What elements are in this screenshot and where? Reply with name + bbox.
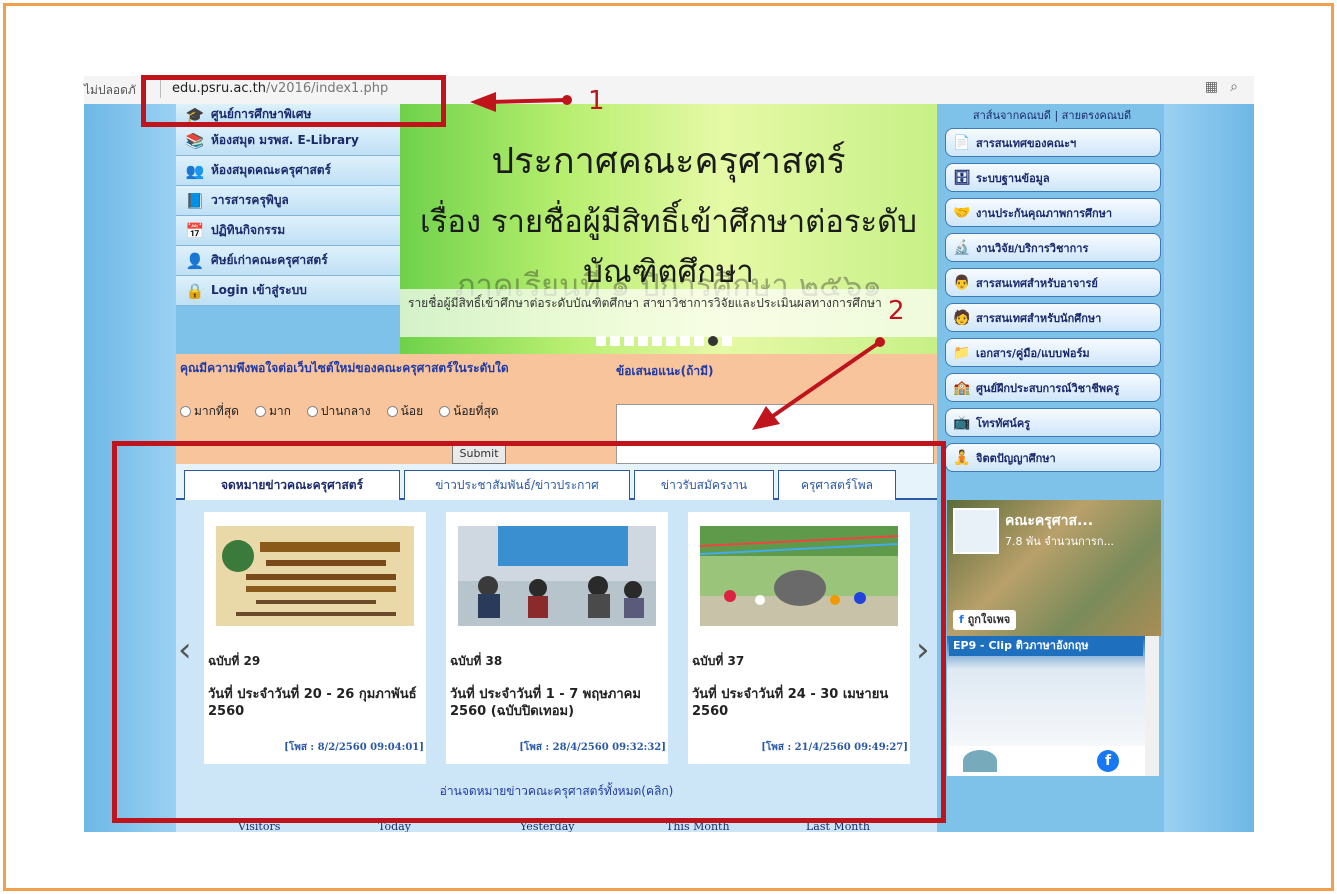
video-title: EP9 - Clip ติวภาษาอังกฤษ	[949, 636, 1143, 656]
calendar-icon: 📅	[185, 221, 205, 240]
document-icon: 📄	[953, 134, 971, 151]
contemplative-education-button[interactable]: 🧘 จิตตปัญญาศึกษา	[945, 443, 1161, 472]
user-avatar-icon	[963, 750, 997, 772]
page-background-right	[1164, 104, 1254, 832]
survey-option[interactable]: น้อยที่สุด	[439, 402, 499, 421]
survey-option[interactable]: ปานกลาง	[306, 402, 371, 421]
announcement-banner[interactable]: ประกาศคณะครุศาสตร์ เรื่อง รายชื่อผู้มีสิ…	[400, 104, 937, 354]
slide-dot	[680, 336, 690, 346]
menu-label: Login เข้าสู่ระบบ	[211, 283, 307, 297]
survey-question: คุณมีความพึงพอใจต่อเว็บไซต์ใหม่ของคณะครุ…	[180, 361, 509, 375]
slide-dot	[694, 336, 704, 346]
training-center-button[interactable]: 🏫 ศูนย์ฝึกประสบการณ์วิชาชีพครู	[945, 373, 1161, 402]
radio-icon	[386, 406, 398, 417]
folder-icon: 📁	[953, 344, 971, 361]
right-column: สาส์นจากคณบดี | สายตรงคณบดี 📄 สารสนเทศของ…	[941, 104, 1163, 832]
meditation-icon: 🧘	[953, 449, 971, 466]
radio-icon	[439, 406, 451, 417]
insecure-label: ไม่ปลอดภั	[84, 83, 136, 97]
radio-icon	[306, 406, 318, 417]
annotation-number-1: 1	[588, 86, 605, 116]
survey-option[interactable]: มาก	[254, 402, 291, 421]
radio-icon	[254, 406, 266, 417]
annotation-arrow-2	[752, 337, 885, 430]
visitor-stats: Visitors Today Yesterday This Month Last…	[176, 820, 937, 832]
teacher-icon: 👨	[953, 274, 971, 291]
training-icon: 🏫	[953, 379, 971, 396]
menu-label: ห้องสมุด มรพส. E-Library	[211, 133, 359, 147]
facebook-page-widget[interactable]: คณะครุศาส... 7.8 พัน จำนวนการก... f ถูกใ…	[947, 500, 1161, 636]
journal-icon: 📘	[185, 191, 205, 210]
menu-item-faculty-library[interactable]: 👥 ห้องสมุดคณะครุศาสตร์	[176, 156, 400, 186]
survey-options: มากที่สุด มาก ปานกลาง น้อย น้อยที่สุด	[180, 402, 499, 421]
qr-icon: ▦	[1204, 79, 1231, 95]
alumni-icon: 👤	[185, 251, 205, 270]
page-avatar	[953, 508, 999, 554]
research-icon: 🔬	[953, 239, 971, 256]
research-button[interactable]: 🔬 งานวิจัย/บริการวิชาการ	[945, 233, 1161, 262]
slide-dot	[596, 336, 606, 346]
slide-dot-active	[708, 336, 718, 346]
right-header: สาส์นจากคณบดี | สายตรงคณบดี	[972, 109, 1132, 122]
widget-scrollbar[interactable]	[1145, 636, 1159, 776]
teacher-tv-button[interactable]: 📺 โทรทัศน์ครู	[945, 408, 1161, 437]
annotation-number-2: 2	[888, 296, 905, 326]
lock-icon: 🔒	[185, 281, 205, 300]
annotation-box-news	[112, 441, 946, 823]
student-info-button[interactable]: 🧑 สารสนเทศสำหรับนักศึกษา	[945, 303, 1161, 332]
fb-like-button[interactable]: f ถูกใจเพจ	[953, 610, 1017, 630]
student-icon: 🧑	[953, 309, 971, 326]
teacher-info-button[interactable]: 👨 สารสนเทศสำหรับอาจารย์	[945, 268, 1161, 297]
facebook-icon: f	[959, 613, 964, 626]
menu-item-e-library[interactable]: 📚 ห้องสมุด มรพส. E-Library	[176, 126, 400, 156]
zoom-icon: ⌕	[1230, 79, 1250, 95]
tv-icon: 📺	[953, 414, 971, 431]
people-icon: 👥	[185, 161, 205, 180]
slide-dot	[624, 336, 634, 346]
dean-direct-link[interactable]: สายตรงคณบดี	[1062, 109, 1131, 122]
browser-toolbar-icons[interactable]: ▦⌕	[1205, 79, 1250, 95]
menu-item-login[interactable]: 🔒 Login เข้าสู่ระบบ	[176, 276, 400, 306]
slide-dot	[666, 336, 676, 346]
books-icon: 📚	[185, 131, 205, 150]
radio-icon	[180, 406, 191, 417]
survey-option[interactable]: มากที่สุด	[180, 402, 239, 421]
quality-assurance-button[interactable]: 🤝 งานประกันคุณภาพการศึกษา	[945, 198, 1161, 227]
slide-dot	[638, 336, 648, 346]
documents-button[interactable]: 📁 เอกสาร/คู่มือ/แบบฟอร์ม	[945, 338, 1161, 367]
info-faculty-button[interactable]: 📄 สารสนเทศของคณะฯ	[945, 128, 1161, 157]
database-button[interactable]: 🗄 ระบบฐานข้อมูล	[945, 163, 1161, 192]
menu-label: ศิษย์เก่าคณะครุศาสตร์	[211, 253, 328, 267]
annotation-box-url	[141, 75, 446, 127]
left-menu: 🎓 ศูนย์การศึกษาพิเศษ 📚 ห้องสมุด มรพส. E-Li…	[176, 104, 400, 306]
fb-follower-count: 7.8 พัน จำนวนการก...	[1005, 535, 1114, 548]
menu-label: ปฏิทินกิจกรรม	[211, 223, 286, 237]
slide-dot	[610, 336, 620, 346]
facebook-icon[interactable]: f	[1097, 750, 1119, 772]
menu-label: วารสารครุพิบูล	[211, 193, 289, 207]
handshake-icon: 🤝	[953, 204, 971, 221]
slide-dot	[652, 336, 662, 346]
slide-dot	[722, 336, 732, 346]
video-widget[interactable]: EP9 - Clip ติวภาษาอังกฤษ f	[947, 636, 1145, 776]
menu-item-calendar[interactable]: 📅 ปฏิทินกิจกรรม	[176, 216, 400, 246]
menu-item-journal[interactable]: 📘 วารสารครุพิบูล	[176, 186, 400, 216]
banner-pagination[interactable]	[596, 336, 732, 346]
dean-message-link[interactable]: สาส์นจากคณบดี	[973, 109, 1051, 122]
menu-label: ห้องสมุดคณะครุศาสตร์	[211, 163, 331, 177]
fb-page-name: คณะครุศาส...	[1005, 513, 1094, 529]
banner-title: ประกาศคณะครุศาสตร์	[491, 141, 846, 182]
suggestion-label: ข้อเสนอแนะ(ถ้ามี)	[616, 364, 714, 378]
database-icon: 🗄	[953, 169, 971, 186]
menu-item-alumni[interactable]: 👤 ศิษย์เก่าคณะครุศาสตร์	[176, 246, 400, 276]
annotation-arrow-1	[470, 92, 572, 112]
survey-option[interactable]: น้อย	[386, 402, 423, 421]
